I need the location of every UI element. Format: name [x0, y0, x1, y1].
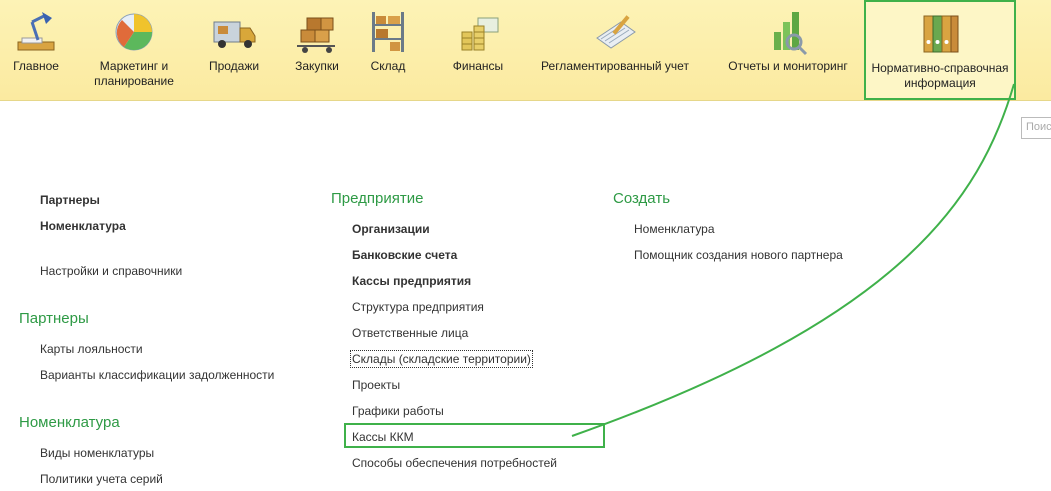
link-nomenclature[interactable]: Номенклатура: [40, 219, 126, 233]
link-responsible-persons[interactable]: Ответственные лица: [352, 326, 468, 340]
link-create-nomenclature[interactable]: Номенклатура: [634, 222, 715, 236]
section-warehouse[interactable]: Склад: [366, 0, 410, 100]
link-work-schedules[interactable]: Графики работы: [352, 404, 444, 418]
link-warehouses[interactable]: Склады (складские территории): [350, 350, 533, 368]
binders-icon: [923, 15, 959, 53]
truck-icon: [213, 21, 256, 48]
link-nomenclature-types[interactable]: Виды номенклатуры: [40, 446, 154, 460]
desk-lamp-icon: [17, 12, 55, 51]
section-reference-info-label: Нормативно-справочная информация: [871, 61, 1009, 90]
group-title-enterprise: Предприятие: [331, 190, 424, 207]
notebook-pen-icon: [596, 15, 636, 49]
link-loyalty-cards[interactable]: Карты лояльности: [40, 342, 143, 356]
section-reports[interactable]: Отчеты и мониторинг: [718, 0, 858, 100]
section-warehouse-label: Склад: [370, 59, 406, 73]
annotation-highlight-box: [344, 423, 605, 448]
link-enterprise-cash-desks[interactable]: Кассы предприятия: [352, 274, 471, 288]
shelves-icon: [372, 12, 404, 52]
section-finance[interactable]: Финансы: [446, 0, 510, 100]
section-reports-label: Отчеты и мониторинг: [728, 59, 848, 73]
link-organizations[interactable]: Организации: [352, 222, 430, 236]
link-debt-classification[interactable]: Варианты классификации задолженности: [40, 368, 274, 382]
section-regulated-accounting[interactable]: Регламентированный учет: [530, 0, 700, 100]
section-main[interactable]: Главное: [6, 0, 66, 100]
section-main-label: Главное: [13, 59, 59, 73]
section-toolbar: Главное Маркетинг и планирование Продажи: [0, 0, 1051, 101]
section-purchases-label: Закупки: [295, 59, 339, 73]
bar-chart-magnifier-icon: [774, 12, 808, 56]
section-marketing[interactable]: Маркетинг и планирование: [86, 0, 182, 100]
link-supply-methods[interactable]: Способы обеспечения потребностей: [352, 456, 557, 470]
group-title-partners: Партнеры: [19, 310, 89, 327]
section-finance-label: Финансы: [452, 59, 504, 73]
link-partners[interactable]: Партнеры: [40, 193, 100, 207]
link-settings-and-catalogs[interactable]: Настройки и справочники: [40, 264, 182, 278]
pie-chart-icon: [115, 13, 153, 51]
section-marketing-label: Маркетинг и планирование: [94, 59, 174, 88]
coin-stacks-icon: [461, 17, 499, 51]
section-purchases[interactable]: Закупки: [288, 0, 346, 100]
link-series-policies[interactable]: Политики учета серий: [40, 472, 163, 486]
section-regulated-accounting-label: Регламентированный учет: [541, 59, 689, 73]
boxes-cart-icon: [297, 17, 335, 53]
section-reference-info[interactable]: Нормативно-справочная информация: [864, 0, 1016, 100]
group-title-nomenclature: Номенклатура: [19, 414, 120, 431]
link-bank-accounts[interactable]: Банковские счета: [352, 248, 457, 262]
search-input[interactable]: Поиск: [1021, 117, 1051, 139]
link-projects[interactable]: Проекты: [352, 378, 400, 392]
link-new-partner-wizard[interactable]: Помощник создания нового партнера: [634, 248, 843, 262]
link-enterprise-structure[interactable]: Структура предприятия: [352, 300, 484, 314]
section-sales[interactable]: Продажи: [203, 0, 265, 100]
group-title-create: Создать: [613, 190, 671, 207]
section-sales-label: Продажи: [208, 59, 260, 73]
